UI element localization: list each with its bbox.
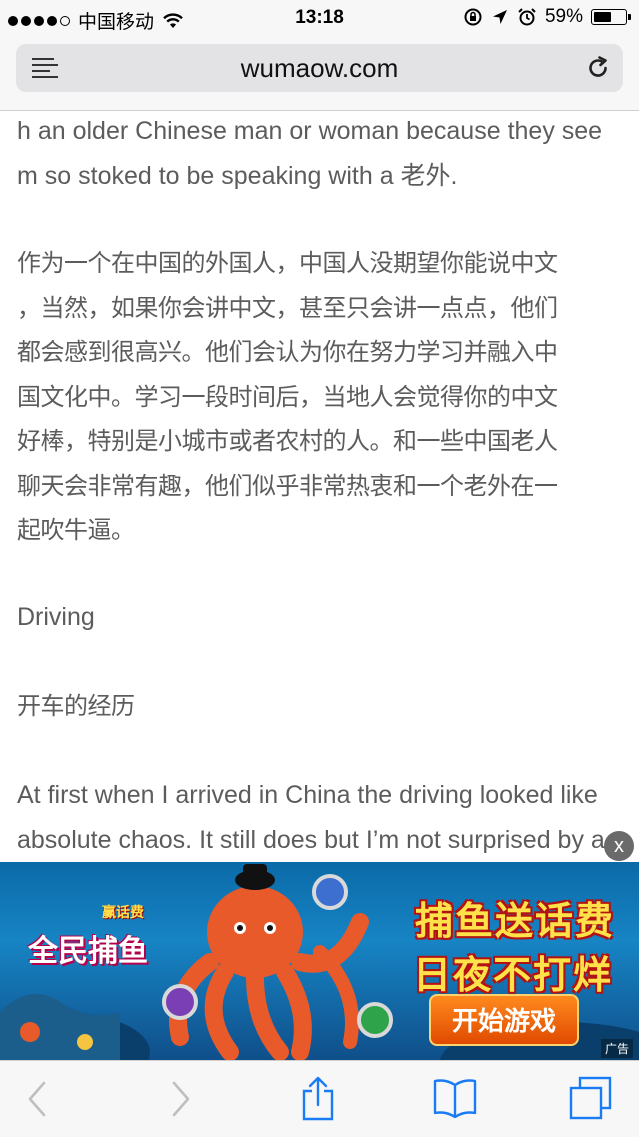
safari-address-toolbar: wumaow.com	[0, 36, 639, 111]
bookmarks-icon[interactable]	[432, 1077, 478, 1119]
ad-logo-sub: 赢话费	[102, 905, 144, 921]
article-paragraph: 作为一个在中国的外国人，中国人没期望你能说中文 ，当然，如果你会讲中文，甚至只会…	[17, 249, 558, 544]
battery-percent: 59%	[544, 6, 583, 27]
battery-icon	[591, 9, 631, 25]
ad-game-logo: 赢话费 全民捕鱼	[12, 898, 162, 969]
article-content: h an older Chinese man or woman because …	[0, 111, 639, 862]
status-bar: 中国移动 13:18 59%	[0, 0, 639, 36]
battery-level	[594, 12, 611, 22]
url-field[interactable]: wumaow.com	[16, 44, 623, 92]
article-paragraph: At first when I arrived in China the dri…	[17, 781, 605, 854]
forward-icon[interactable]	[166, 1079, 194, 1119]
back-icon[interactable]	[24, 1079, 52, 1119]
alarm-icon	[518, 8, 536, 26]
ad-logo-main: 全民捕鱼	[28, 934, 148, 969]
reload-icon[interactable]	[585, 55, 611, 81]
ad-start-game-button[interactable]: 开始游戏	[429, 994, 579, 1046]
ad-headline: 捕鱼送话费	[414, 899, 615, 943]
share-icon[interactable]	[300, 1075, 336, 1121]
rotation-lock-icon	[464, 8, 482, 26]
location-arrow-icon	[492, 10, 507, 24]
ad-close-button[interactable]: x	[604, 831, 634, 861]
article-paragraph: h an older Chinese man or woman because …	[17, 117, 603, 190]
ad-label: 广告	[600, 1039, 633, 1058]
article-section-heading-cn: 开车的经历	[17, 692, 135, 720]
ad-banner[interactable]: 赢话费 全民捕鱼 捕鱼送话费 日夜不打烊 开始游戏 广告	[0, 862, 639, 1060]
url-text[interactable]: wumaow.com	[16, 53, 623, 84]
ad-subheadline: 日夜不打烊	[412, 953, 613, 997]
article-section-heading: Driving	[17, 603, 95, 631]
safari-bottom-toolbar	[0, 1060, 639, 1137]
tabs-icon[interactable]	[568, 1075, 614, 1121]
status-right: 59%	[463, 6, 631, 28]
